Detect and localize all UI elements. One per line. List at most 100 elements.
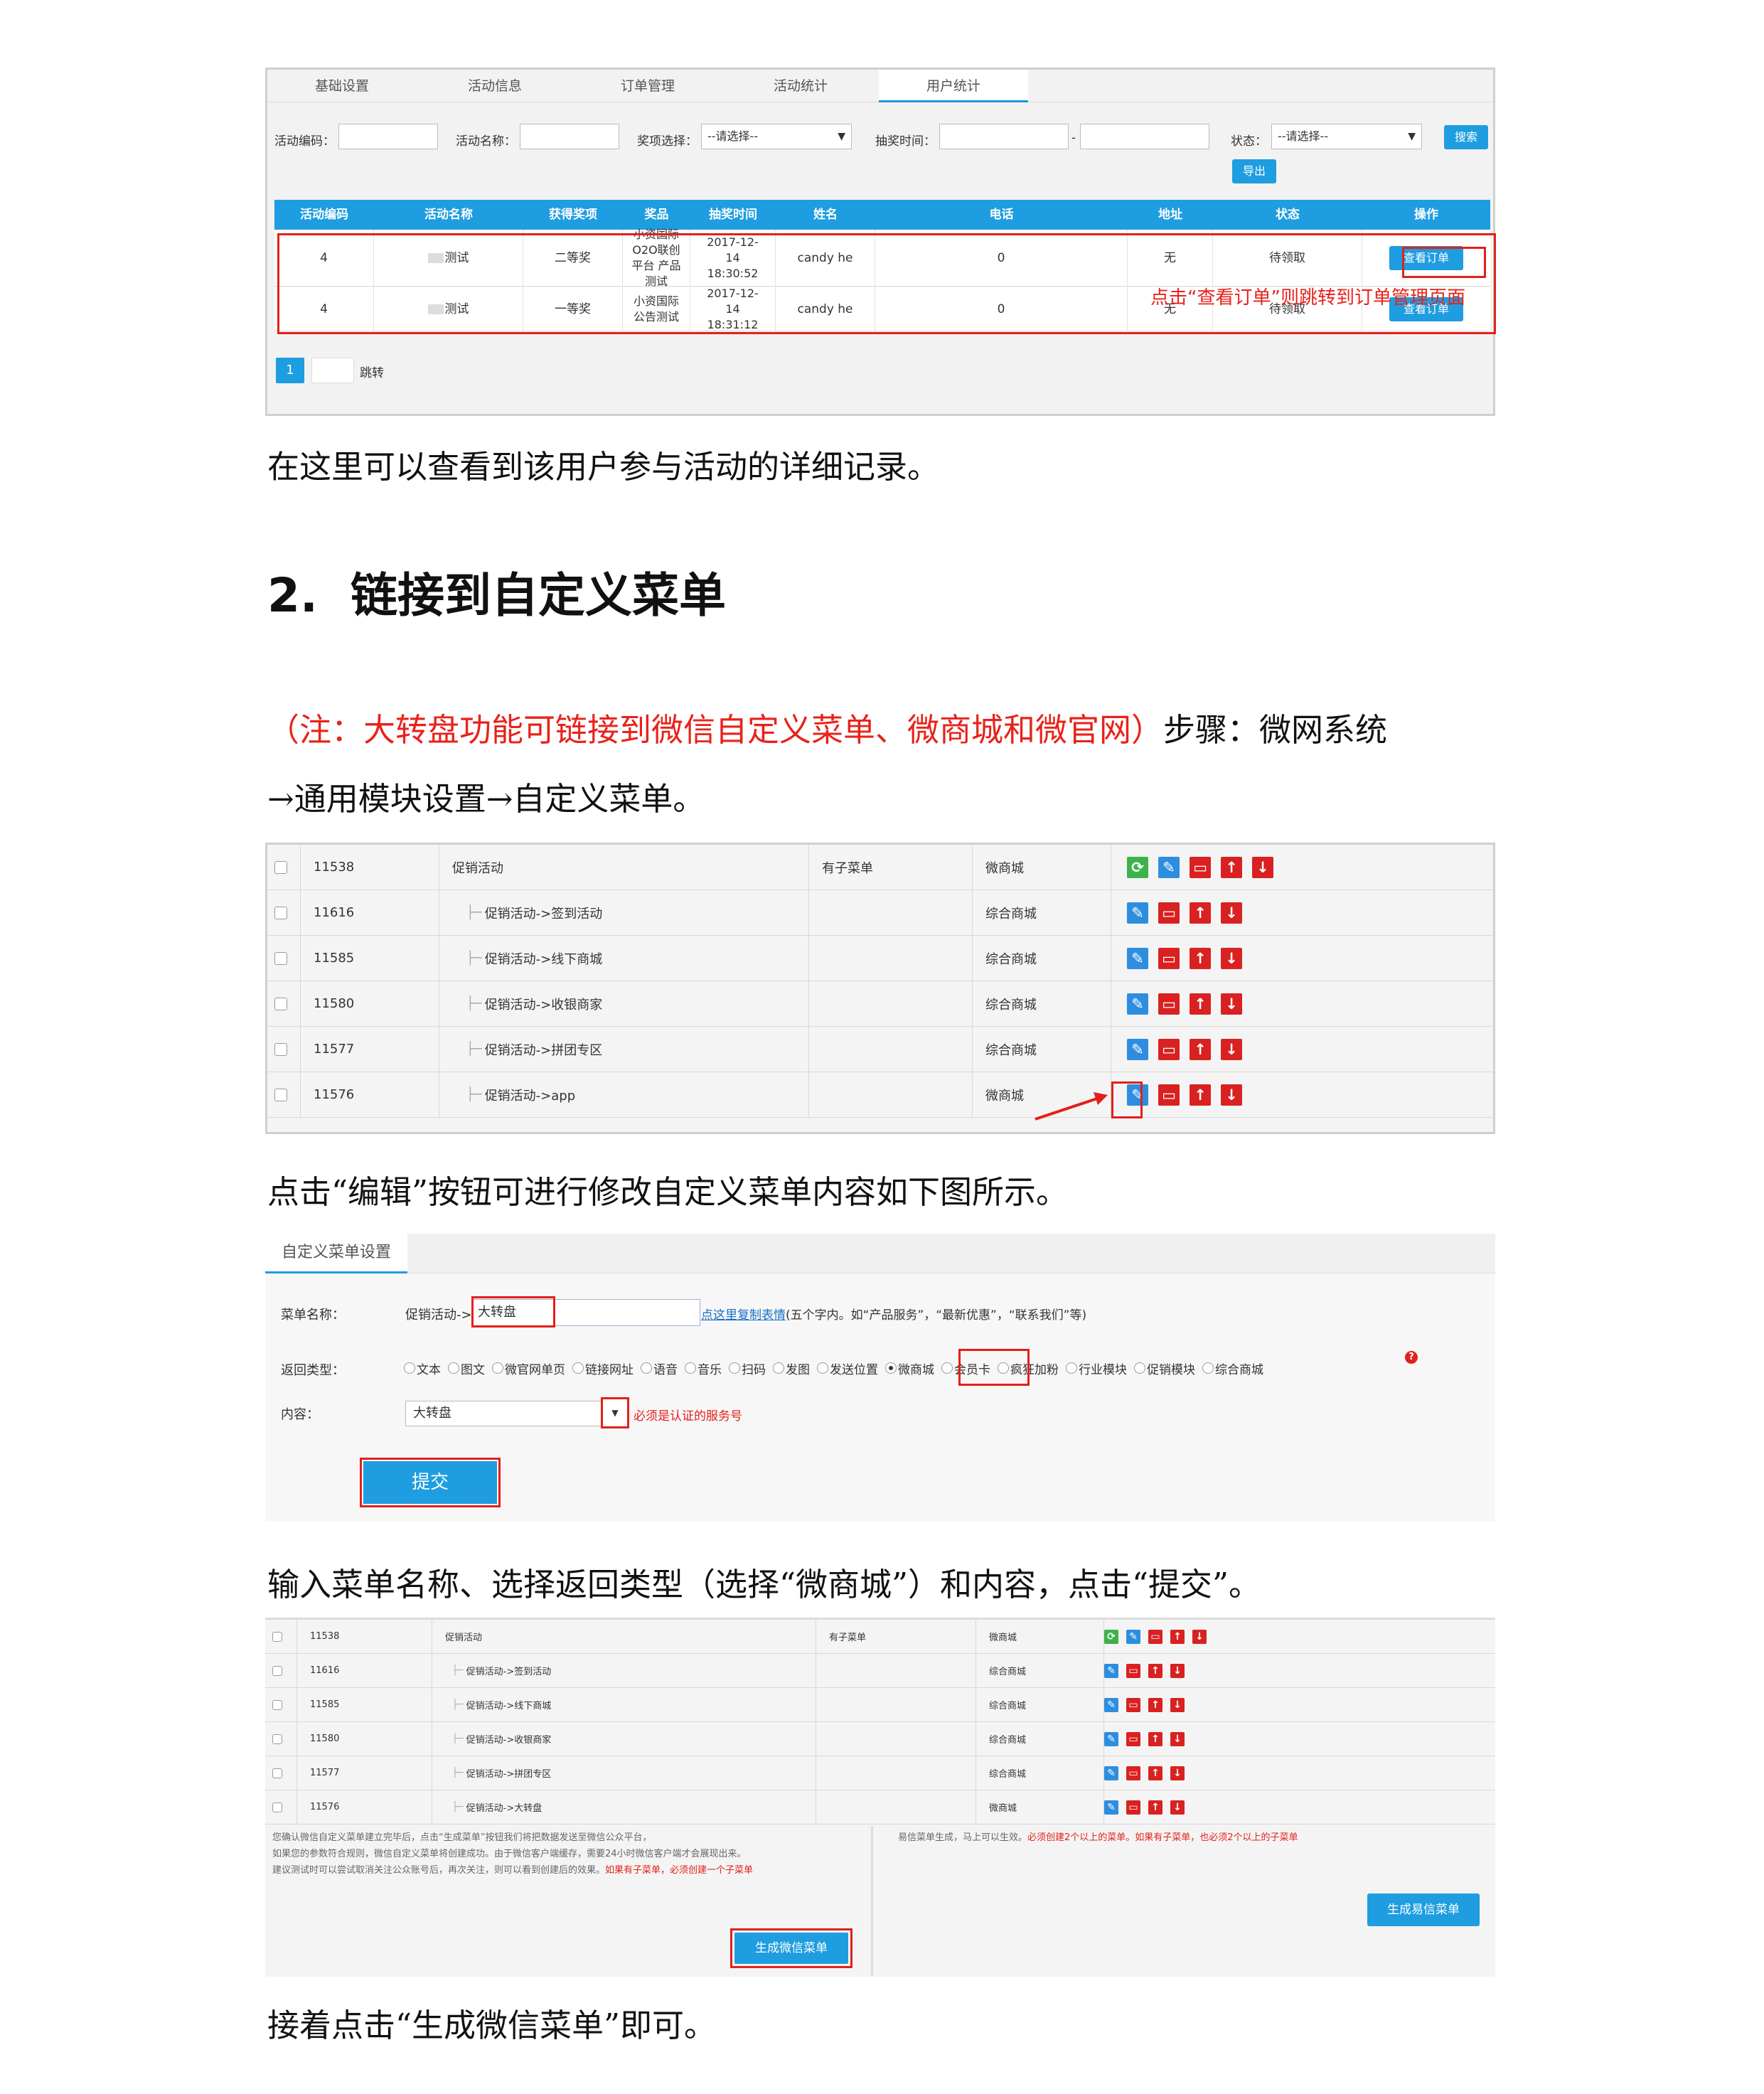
radio-button[interactable] [492, 1362, 503, 1374]
row-checkbox[interactable] [274, 906, 287, 919]
radio-button[interactable] [1134, 1362, 1145, 1374]
return-type-option[interactable]: 发送位置 [817, 1360, 878, 1377]
arrow-down-icon[interactable]: ↓ [1170, 1732, 1185, 1746]
return-type-option[interactable]: 音乐 [685, 1360, 722, 1377]
arrow-down-icon[interactable]: ↓ [1221, 1039, 1242, 1060]
arrow-up-icon[interactable]: ↑ [1190, 948, 1211, 969]
radio-button[interactable] [1066, 1362, 1077, 1374]
delete-icon[interactable]: ▭ [1190, 857, 1211, 878]
jump-button[interactable]: 跳转 [360, 363, 384, 380]
delete-icon[interactable]: ▭ [1126, 1800, 1140, 1815]
return-type-option[interactable]: 链接网址 [572, 1360, 634, 1377]
return-type-option[interactable]: 微商城 [885, 1360, 934, 1377]
delete-icon[interactable]: ▭ [1158, 902, 1180, 924]
arrow-up-icon[interactable]: ↑ [1170, 1630, 1185, 1644]
prize-select[interactable]: --请选择-- ▼ [701, 124, 852, 149]
radio-button[interactable] [448, 1362, 459, 1374]
radio-button[interactable] [404, 1362, 415, 1374]
row-checkbox[interactable] [272, 1631, 282, 1642]
delete-icon[interactable]: ▭ [1126, 1698, 1140, 1712]
arrow-up-icon[interactable]: ↑ [1190, 902, 1211, 924]
row-checkbox[interactable] [274, 951, 287, 965]
draw-time-start-input[interactable] [939, 124, 1069, 149]
arrow-down-icon[interactable]: ↓ [1221, 902, 1242, 924]
arrow-down-icon[interactable]: ↓ [1170, 1664, 1185, 1678]
radio-button[interactable] [641, 1362, 652, 1374]
radio-button[interactable] [729, 1362, 740, 1374]
return-type-option[interactable]: 综合商城 [1202, 1360, 1263, 1377]
arrow-down-icon[interactable]: ↓ [1221, 993, 1242, 1015]
return-type-option[interactable]: 微官网单页 [492, 1360, 565, 1377]
row-checkbox[interactable] [274, 997, 287, 1010]
row-checkbox[interactable] [272, 1734, 282, 1744]
arrow-up-icon[interactable]: ↑ [1190, 1039, 1211, 1060]
delete-icon[interactable]: ▭ [1148, 1630, 1162, 1644]
page-jump-input[interactable] [311, 358, 354, 383]
refresh-icon[interactable]: ⟳ [1104, 1630, 1118, 1644]
edit-icon[interactable]: ✎ [1126, 1630, 1140, 1644]
arrow-up-icon[interactable]: ↑ [1148, 1732, 1162, 1746]
row-checkbox[interactable] [272, 1768, 282, 1778]
tab-activity-info[interactable]: 活动信息 [420, 70, 570, 102]
row-checkbox[interactable] [274, 860, 287, 874]
export-button[interactable]: 导出 [1232, 159, 1276, 183]
status-select[interactable]: --请选择-- ▼ [1271, 124, 1422, 149]
arrow-down-icon[interactable]: ↓ [1221, 948, 1242, 969]
edit-icon[interactable]: ✎ [1127, 948, 1148, 969]
radio-button[interactable] [817, 1362, 828, 1374]
delete-icon[interactable]: ▭ [1158, 1084, 1180, 1106]
delete-icon[interactable]: ▭ [1126, 1766, 1140, 1780]
search-button[interactable]: 搜索 [1444, 125, 1488, 149]
delete-icon[interactable]: ▭ [1158, 948, 1180, 969]
edit-icon[interactable]: ✎ [1127, 993, 1148, 1015]
tab-basic-settings[interactable]: 基础设置 [267, 70, 417, 102]
arrow-up-icon[interactable]: ↑ [1148, 1766, 1162, 1780]
return-type-option[interactable]: 图文 [448, 1360, 485, 1377]
arrow-up-icon[interactable]: ↑ [1148, 1698, 1162, 1712]
delete-icon[interactable]: ▭ [1158, 993, 1180, 1015]
copy-emoji-link[interactable]: 点这里复制表情 [701, 1308, 786, 1323]
edit-icon[interactable]: ✎ [1104, 1766, 1118, 1780]
tab-order-management[interactable]: 订单管理 [573, 70, 722, 102]
arrow-down-icon[interactable]: ↓ [1170, 1698, 1185, 1712]
edit-icon[interactable]: ✎ [1127, 902, 1148, 924]
delete-icon[interactable]: ▭ [1158, 1039, 1180, 1060]
page-1-button[interactable]: 1 [276, 358, 304, 383]
help-icon[interactable]: ? [1405, 1351, 1418, 1364]
return-type-option[interactable]: 语音 [641, 1360, 678, 1377]
content-select[interactable]: 大转盘 [405, 1401, 619, 1426]
row-checkbox[interactable] [272, 1665, 282, 1676]
radio-button[interactable] [572, 1362, 584, 1374]
edit-icon[interactable]: ✎ [1127, 1039, 1148, 1060]
arrow-up-icon[interactable]: ↑ [1190, 1084, 1211, 1106]
return-type-option[interactable]: 行业模块 [1066, 1360, 1127, 1377]
radio-button[interactable] [685, 1362, 696, 1374]
radio-button[interactable] [773, 1362, 784, 1374]
edit-icon[interactable]: ✎ [1104, 1664, 1118, 1678]
arrow-up-icon[interactable]: ↑ [1221, 857, 1242, 878]
edit-icon[interactable]: ✎ [1104, 1732, 1118, 1746]
code-input[interactable] [338, 124, 438, 149]
return-type-option[interactable]: 发图 [773, 1360, 810, 1377]
arrow-down-icon[interactable]: ↓ [1170, 1800, 1185, 1815]
arrow-up-icon[interactable]: ↑ [1148, 1664, 1162, 1678]
tab-custom-menu-settings[interactable]: 自定义菜单设置 [265, 1234, 407, 1273]
edit-icon[interactable]: ✎ [1158, 857, 1180, 878]
arrow-down-icon[interactable]: ↓ [1170, 1766, 1185, 1780]
delete-icon[interactable]: ▭ [1126, 1732, 1140, 1746]
arrow-down-icon[interactable]: ↓ [1252, 857, 1273, 878]
arrow-down-icon[interactable]: ↓ [1192, 1630, 1207, 1644]
row-checkbox[interactable] [272, 1699, 282, 1710]
generate-yixin-menu-button[interactable]: 生成易信菜单 [1367, 1893, 1480, 1926]
arrow-up-icon[interactable]: ↑ [1148, 1800, 1162, 1815]
radio-button[interactable] [941, 1362, 953, 1374]
draw-time-end-input[interactable] [1080, 124, 1209, 149]
return-type-option[interactable]: 文本 [404, 1360, 441, 1377]
edit-icon[interactable]: ✎ [1104, 1800, 1118, 1815]
radio-button[interactable] [885, 1362, 897, 1374]
delete-icon[interactable]: ▭ [1126, 1664, 1140, 1678]
name-input[interactable] [520, 124, 619, 149]
refresh-icon[interactable]: ⟳ [1127, 857, 1148, 878]
arrow-up-icon[interactable]: ↑ [1190, 993, 1211, 1015]
tab-activity-stats[interactable]: 活动统计 [726, 70, 875, 102]
